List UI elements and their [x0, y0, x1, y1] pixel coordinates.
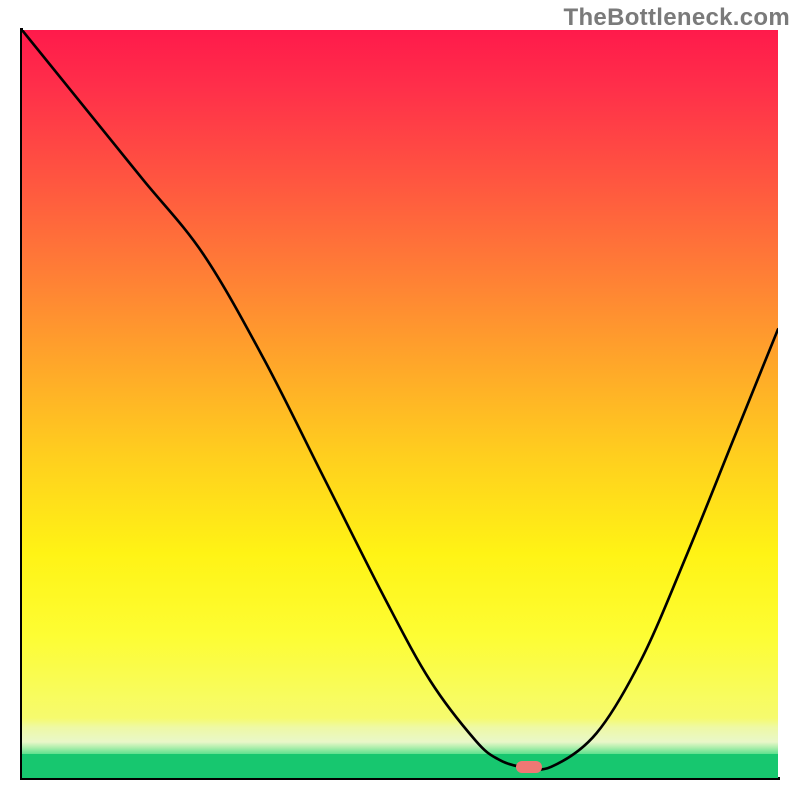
chart-canvas: TheBottleneck.com: [0, 0, 800, 800]
bottleneck-curve-path: [22, 30, 778, 770]
valley-marker-icon: [516, 761, 542, 773]
watermark-text: TheBottleneck.com: [564, 4, 790, 32]
plot-area: [22, 30, 778, 778]
curve-svg: [22, 30, 778, 778]
